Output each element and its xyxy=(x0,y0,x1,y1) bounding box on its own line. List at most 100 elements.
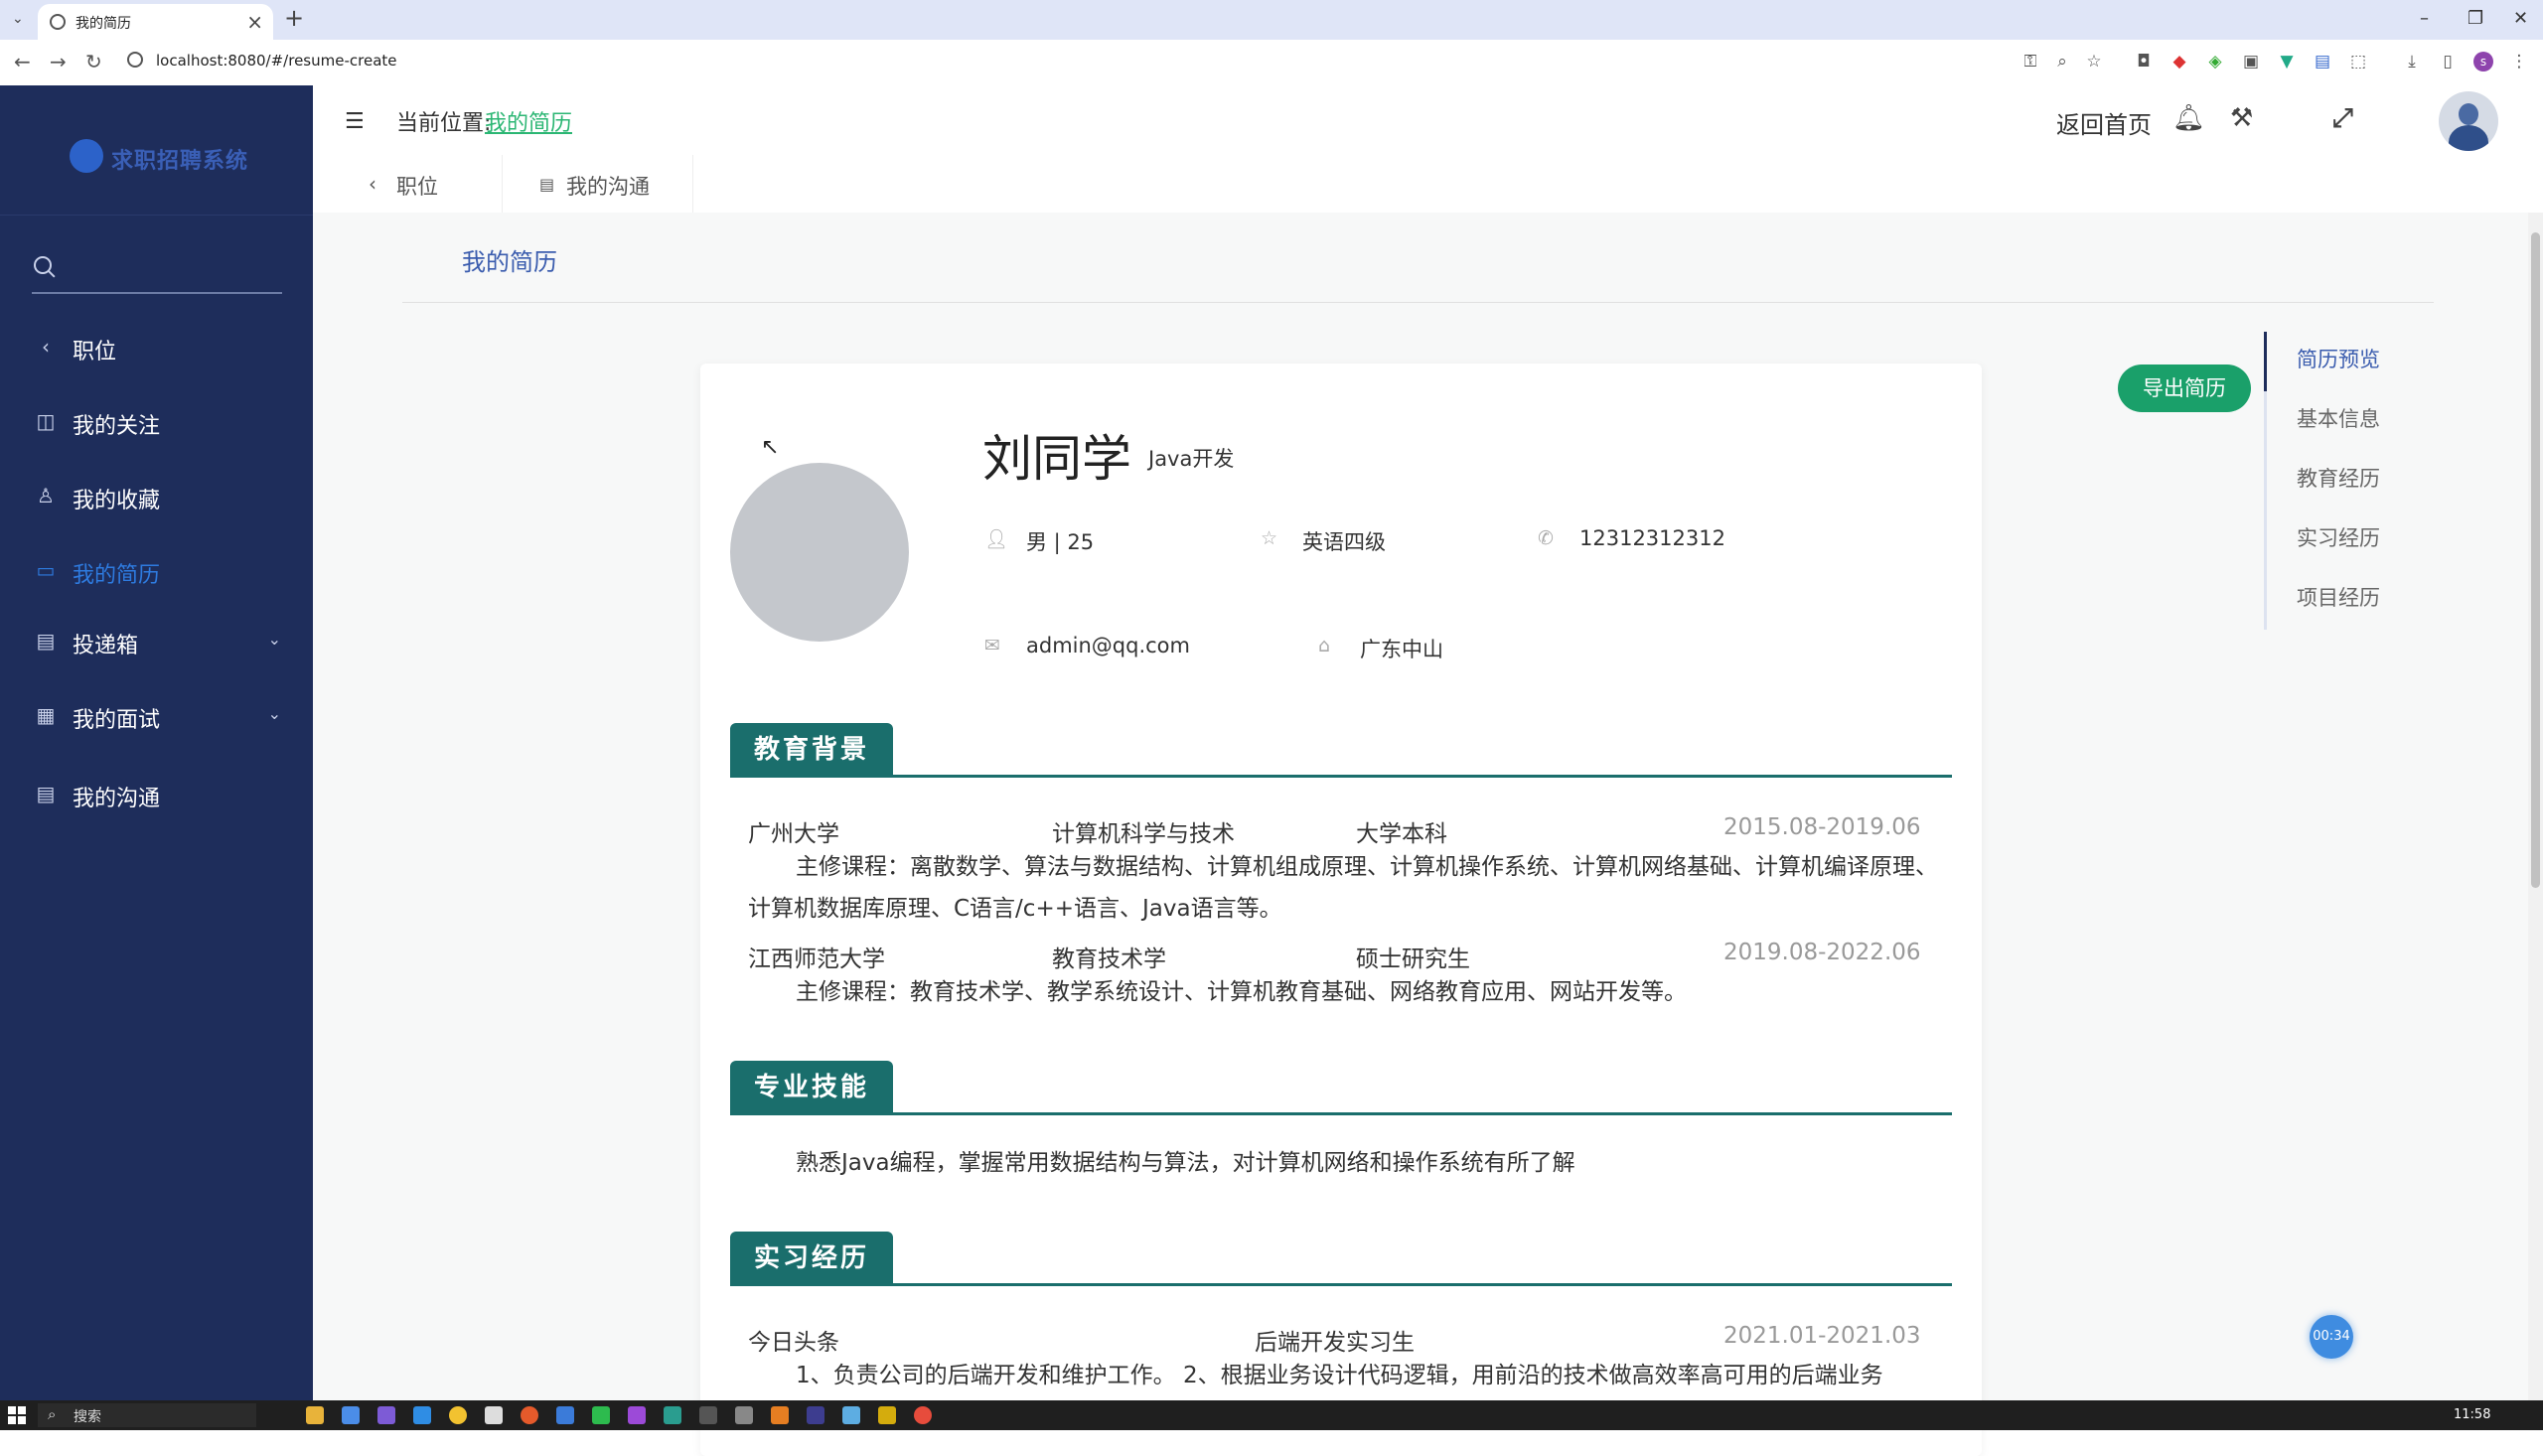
page-tabs: ‹ 职位 ▤ 我的沟通 xyxy=(313,155,2543,214)
sidebar-item-follows[interactable]: ◫ 我的关注 xyxy=(0,392,313,452)
restore-icon[interactable]: ❐ xyxy=(2468,8,2483,29)
new-tab-button[interactable]: + xyxy=(284,4,304,32)
app-icon[interactable] xyxy=(842,1406,860,1424)
timer-badge[interactable]: 00:34 xyxy=(2310,1315,2353,1359)
tab-jobs[interactable]: ‹ 职位 xyxy=(313,155,503,213)
magic-wand-icon[interactable]: ⚒ xyxy=(2230,103,2253,133)
sidebar-item-interviews[interactable]: ▦ 我的面试 ⌄ xyxy=(0,686,313,746)
extension-camera-icon[interactable]: ◘ xyxy=(2134,52,2154,72)
site-info-icon[interactable] xyxy=(127,52,143,68)
briefcase-icon: ▦ xyxy=(36,703,56,727)
export-resume-button[interactable]: 导出简历 xyxy=(2118,364,2251,412)
extension-vue-icon[interactable]: ▼ xyxy=(2277,52,2297,72)
chat-icon: ▤ xyxy=(36,782,56,805)
forward-icon[interactable]: → xyxy=(50,50,67,73)
breadcrumb-label: 当前位置: xyxy=(396,111,492,136)
tab-chat[interactable]: ▤ 我的沟通 xyxy=(502,155,693,213)
app-icon[interactable] xyxy=(556,1406,574,1424)
toc-item-internship[interactable]: 实习经历 xyxy=(2297,522,2380,552)
toc-item-projects[interactable]: 项目经历 xyxy=(2297,582,2380,612)
app-icon[interactable] xyxy=(735,1406,753,1424)
app-icon[interactable] xyxy=(377,1406,395,1424)
toc-active-indicator xyxy=(2264,332,2267,391)
sidebar-item-favorites[interactable]: ♙ 我的收藏 xyxy=(0,467,313,526)
browser-tab[interactable]: 我的简历 × xyxy=(38,4,273,40)
menu-dots-icon[interactable]: ⋮ xyxy=(2509,52,2529,72)
page-scrollbar[interactable] xyxy=(2528,213,2543,1400)
taskbar-search[interactable]: ⌕ 搜索 xyxy=(38,1403,256,1427)
bag-icon: ◫ xyxy=(36,409,56,433)
app-icon[interactable] xyxy=(342,1406,360,1424)
taskbar-clock: 11:58 xyxy=(2454,1407,2491,1422)
bell-icon[interactable]: 🔔︎ xyxy=(2172,103,2205,133)
tab-search-icon[interactable]: ⌄ xyxy=(12,11,24,27)
box-icon: ▤ xyxy=(36,629,56,653)
toc-item-education[interactable]: 教育经历 xyxy=(2297,463,2380,493)
sidebar-item-jobs[interactable]: ‹ 职位 xyxy=(0,318,313,377)
extension-shield-icon[interactable]: ◆ xyxy=(2169,52,2189,72)
sidebar-item-chat[interactable]: ▤ 我的沟通 xyxy=(0,765,313,824)
extension-puzzle-icon[interactable]: ◈ xyxy=(2205,52,2225,72)
avatar[interactable] xyxy=(2439,91,2498,151)
close-window-icon[interactable]: ✕ xyxy=(2513,8,2528,29)
sidebar-item-inbox[interactable]: ▤ 投递箱 ⌄ xyxy=(0,612,313,671)
reload-icon[interactable]: ↻ xyxy=(85,50,102,73)
fullscreen-icon[interactable]: ⤢ xyxy=(2332,103,2353,134)
chat-icon: ▤ xyxy=(539,175,555,194)
sidebar-item-label: 我的关注 xyxy=(73,414,161,439)
page-title: 我的简历 xyxy=(462,248,557,276)
os-taskbar: ⌕ 搜索 11:58 xyxy=(0,1400,2543,1430)
sidebar-item-resume[interactable]: ▭ 我的简历 xyxy=(0,541,313,601)
settings-icon[interactable] xyxy=(485,1406,503,1424)
app-icon[interactable] xyxy=(807,1406,824,1424)
close-tab-icon[interactable]: × xyxy=(246,10,263,34)
logo-text: 求职招聘系统 xyxy=(111,149,249,174)
file-explorer-icon[interactable] xyxy=(306,1406,324,1424)
home-link[interactable]: 返回首页 xyxy=(2056,105,2152,140)
star-icon: ☆ xyxy=(1261,527,1278,549)
app-icon[interactable] xyxy=(628,1406,646,1424)
bookmark-star-icon[interactable]: ☆ xyxy=(2084,52,2104,72)
sidebar-search-input[interactable] xyxy=(32,244,282,294)
resume-card: 刘同学 Java开发 👤︎ 男 | 25 ☆ 英语四级 ✆ 1231231231… xyxy=(700,364,1982,1456)
resume-toc: 简历预览 基本信息 教育经历 实习经历 项目经历 xyxy=(2264,332,2446,630)
toc-item-basic-info[interactable]: 基本信息 xyxy=(2297,403,2380,433)
menu-toggle-icon[interactable]: ☰ xyxy=(345,109,365,134)
app-icon[interactable] xyxy=(771,1406,789,1424)
sidebar-item-label: 职位 xyxy=(73,340,117,364)
main-content: 我的简历 导出简历 简历预览 基本信息 教育经历 实习经历 项目经历 刘同学 J… xyxy=(313,213,2528,1456)
top-header: ☰ 当前位置: 我的简历 返回首页 🔔︎ ⚒ ⤢ xyxy=(313,85,2543,155)
internship-description: 1、负责公司的后端开发和维护工作。 2、根据业务设计代码逻辑，用前沿的技术做高效… xyxy=(796,1363,1883,1388)
back-icon[interactable]: ← xyxy=(14,50,31,73)
section-header-skills: 专业技能 xyxy=(730,1061,1952,1115)
side-panel-icon[interactable]: ▯ xyxy=(2438,52,2458,72)
app-icon[interactable] xyxy=(413,1406,431,1424)
app-icon[interactable] xyxy=(664,1406,681,1424)
toc-item-preview[interactable]: 简历预览 xyxy=(2297,344,2380,373)
section-header-education: 教育背景 xyxy=(730,723,1952,778)
app-logo: 求职招聘系统 xyxy=(70,135,258,179)
section-title: 教育背景 xyxy=(730,723,893,775)
chrome-icon[interactable] xyxy=(449,1406,467,1424)
app-icon[interactable] xyxy=(878,1406,896,1424)
windows-start-icon[interactable] xyxy=(8,1406,26,1424)
wechat-icon[interactable] xyxy=(592,1406,610,1424)
address-bar[interactable]: localhost:8080/#/resume-create xyxy=(156,52,397,70)
download-icon[interactable]: ⤓ xyxy=(2402,52,2422,72)
extension-translate-icon[interactable]: ▤ xyxy=(2313,52,2332,72)
breadcrumb-link[interactable]: 我的简历 xyxy=(485,105,572,137)
minimize-icon[interactable]: – xyxy=(2420,8,2429,29)
profile-icon[interactable]: s xyxy=(2473,52,2493,72)
mail-icon: ✉ xyxy=(984,635,1000,656)
extensions-icon[interactable]: ⬚ xyxy=(2348,52,2368,72)
extension-copy-icon[interactable]: ▣ xyxy=(2241,52,2261,72)
app-icon[interactable] xyxy=(914,1406,932,1424)
resume-photo xyxy=(730,463,909,642)
zoom-icon[interactable]: ⌕ xyxy=(2052,52,2072,72)
password-key-icon[interactable]: ⚿ xyxy=(2020,52,2040,72)
firefox-icon[interactable] xyxy=(521,1406,538,1424)
chevron-down-icon: ⌄ xyxy=(267,630,281,649)
divider xyxy=(402,302,2434,303)
chevron-left-icon: ‹ xyxy=(369,172,376,196)
app-icon[interactable] xyxy=(699,1406,717,1424)
